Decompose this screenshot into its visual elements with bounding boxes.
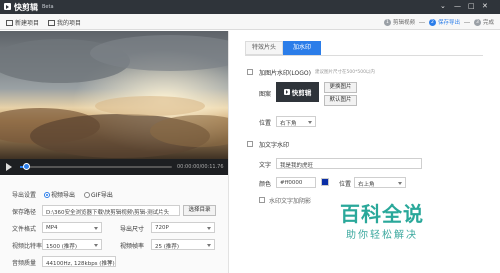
beta-badge: Beta <box>42 4 54 10</box>
step-edit: 1 剪辑视频 <box>383 18 415 26</box>
file-format-label: 文件格式 <box>12 226 37 233</box>
watermark-subtitle: 助你轻松解决 <box>346 230 418 241</box>
player-controls: 00:00:00/00:11.76 <box>0 159 228 175</box>
new-project-button[interactable]: 新建项目 <box>6 18 39 27</box>
image-position-select[interactable]: 右下角 <box>276 116 316 127</box>
logo-preview: 快剪辑 <box>276 82 319 102</box>
file-format-select[interactable]: MP4 <box>42 222 102 233</box>
play-logo-icon <box>283 89 290 95</box>
minimize-icon[interactable]: — <box>454 2 461 11</box>
new-project-label: 新建项目 <box>15 20 40 27</box>
watermark-title: 百科全说 <box>340 202 424 226</box>
text-position-label: 位置 <box>339 181 352 188</box>
audio-quality-label: 音频质量 <box>12 260 37 267</box>
image-size-hint: 建议图片尺寸在500*500以内 <box>315 70 375 75</box>
image-position-label: 位置 <box>259 120 272 127</box>
color-picker-swatch[interactable] <box>321 178 329 186</box>
title-bar: 快剪辑 Beta ⌄ — □ ✕ <box>0 0 500 14</box>
format-row: 文件格式 MP4 导出尺寸 720P <box>0 221 228 235</box>
save-path-row: 保存路径 D:\360安全浏览器下载\快剪辑视频\剪辑-测试片头 选择目录 <box>0 204 228 218</box>
video-export-radio[interactable]: 视频导出 <box>44 190 75 199</box>
text-position-select[interactable]: 右上角 <box>354 177 406 188</box>
default-image-button[interactable]: 默认图片 <box>324 95 357 106</box>
step-label: 完成 <box>482 20 494 26</box>
site-watermark: 百科全说 助你轻松解决 <box>340 198 470 248</box>
gif-export-radio[interactable]: GIF导出 <box>84 190 113 199</box>
export-size-select[interactable]: 720P <box>151 222 215 233</box>
text-watermark-label: 加文字水印 <box>259 142 290 149</box>
audio-row: 音频质量 44100Hz, 128kbps (推荐) <box>0 255 228 269</box>
image-watermark-label: 加图片水印(LOGO) <box>259 70 311 77</box>
watermark-text-input[interactable]: 我是我的虎旺 <box>276 158 422 169</box>
maximize-icon[interactable]: □ <box>468 2 475 11</box>
dropdown-menu-icon[interactable]: ⌄ <box>440 2 446 11</box>
step-done: 3 完成 <box>473 18 494 26</box>
tab-divider <box>245 55 483 56</box>
save-path-input[interactable]: D:\360安全浏览器下载\快剪辑视频\剪辑-测试片头 <box>42 205 180 216</box>
tab-bar: 特效片头 加水印 <box>245 41 321 55</box>
radio-selected-icon <box>44 192 50 198</box>
step-indicator: 1 剪辑视频 2 保存导出 3 完成 <box>383 18 494 26</box>
video-framerate-label: 视频帧率 <box>120 243 145 250</box>
folder-icon <box>48 19 55 26</box>
export-settings-label: 导出设置 <box>12 192 37 199</box>
export-settings: 导出设置 视频导出 GIF导出 保存路径 D:\360安全浏览器下载\快剪辑视频… <box>0 176 228 273</box>
app-logo-icon <box>4 3 11 10</box>
video-frame-image <box>0 31 228 159</box>
color-label: 颜色 <box>259 181 272 188</box>
app-name: 快剪辑 <box>14 3 38 12</box>
change-image-button[interactable]: 更换图片 <box>324 82 357 93</box>
logo-preview-text: 快剪辑 <box>291 89 312 97</box>
video-preview[interactable] <box>0 31 228 159</box>
toolbar: 新建项目 我的项目 1 剪辑视频 2 保存导出 3 完成 <box>0 14 500 30</box>
gif-export-label: GIF导出 <box>91 192 113 199</box>
video-export-label: 视频导出 <box>51 192 76 199</box>
tab-intro-effects[interactable]: 特效片头 <box>245 41 283 55</box>
step-number: 3 <box>473 18 481 26</box>
text-shadow-label: 水印文字加阴影 <box>269 198 312 205</box>
step-separator <box>463 21 470 23</box>
image-watermark-checkbox[interactable] <box>247 69 253 75</box>
step-number: 1 <box>383 18 391 26</box>
bitrate-row: 视频比特率 1500 (推荐) 视频帧率 25 (推荐) <box>0 238 228 252</box>
color-input[interactable]: #ff0000 <box>276 177 316 188</box>
audio-quality-select[interactable]: 44100Hz, 128kbps (推荐) <box>42 256 116 267</box>
step-label: 保存导出 <box>437 20 460 26</box>
text-watermark-checkbox[interactable] <box>247 141 253 147</box>
video-bitrate-label: 视频比特率 <box>12 243 43 250</box>
close-icon[interactable]: ✕ <box>482 2 488 11</box>
my-projects-button[interactable]: 我的项目 <box>48 18 81 27</box>
choose-directory-button[interactable]: 选择目录 <box>183 205 216 216</box>
tab-add-watermark[interactable]: 加水印 <box>283 41 321 55</box>
step-export: 2 保存导出 <box>428 18 460 26</box>
video-framerate-select[interactable]: 25 (推荐) <box>151 239 215 250</box>
save-path-label: 保存路径 <box>12 209 37 216</box>
time-readout: 00:00:00/00:11.76 <box>177 164 224 170</box>
text-label: 文字 <box>259 162 272 169</box>
step-label: 剪辑视频 <box>392 20 415 26</box>
radio-icon <box>84 192 90 198</box>
step-separator <box>418 21 425 23</box>
video-bitrate-select[interactable]: 1500 (推荐) <box>42 239 102 250</box>
progress-handle[interactable] <box>23 163 31 170</box>
new-file-icon <box>6 19 13 26</box>
icon-label: 图案 <box>259 91 272 98</box>
export-size-label: 导出尺寸 <box>120 226 145 233</box>
export-mode-row: 导出设置 视频导出 GIF导出 <box>0 187 228 201</box>
progress-bar[interactable] <box>20 166 172 168</box>
my-projects-label: 我的项目 <box>57 20 82 27</box>
play-icon[interactable] <box>6 163 12 171</box>
text-shadow-checkbox[interactable] <box>259 197 265 203</box>
step-number: 2 <box>428 18 436 26</box>
